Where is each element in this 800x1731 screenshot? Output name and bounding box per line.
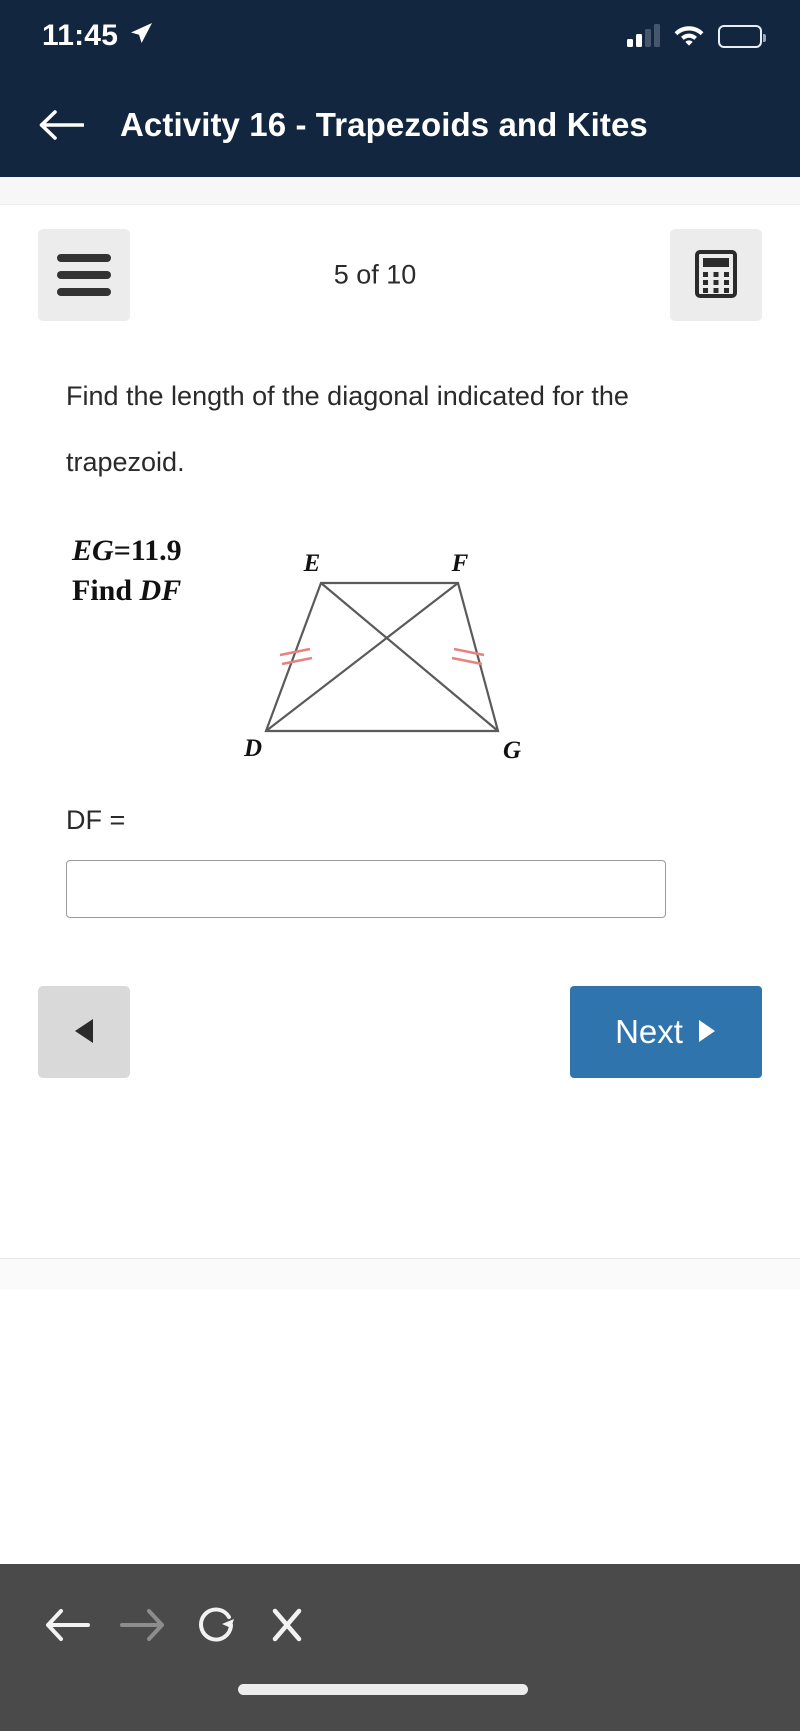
- quiz-toolbar: 5 of 10: [38, 205, 762, 345]
- battery-icon: [718, 24, 766, 48]
- given-line-eg: EG=11.9: [72, 531, 182, 571]
- ios-status-bar: 11:45: [0, 0, 800, 72]
- vertex-label-E: E: [303, 550, 321, 577]
- home-indicator-bar[interactable]: [238, 1684, 528, 1695]
- question-prompt: Find the length of the diagonal indicate…: [66, 381, 629, 478]
- answer-label: DF =: [66, 805, 126, 836]
- tick-marks-left-leg: [279, 648, 313, 666]
- vertex-label-D: D: [243, 735, 262, 762]
- browser-back-arrow-icon[interactable]: [44, 1605, 90, 1650]
- close-x-icon[interactable]: [268, 1605, 306, 1650]
- browser-forward-arrow-icon[interactable]: [120, 1605, 166, 1650]
- trapezoid-DEFG-diagram: E F D G: [243, 550, 521, 764]
- given-eg-label: EG: [72, 534, 114, 568]
- back-arrow-icon[interactable]: [38, 108, 85, 142]
- given-eg-value: 11.9: [130, 534, 182, 568]
- status-bar-right: [627, 22, 766, 51]
- given-find-word: Find: [72, 574, 133, 608]
- answer-input[interactable]: [66, 860, 666, 919]
- app-nav-bar: Activity 16 - Trapezoids and Kites: [0, 72, 800, 177]
- next-button-label: Next: [615, 1013, 683, 1051]
- left-triangle-icon: [73, 1018, 95, 1047]
- progress-indicator: 5 of 10: [333, 259, 417, 290]
- browser-bottom-bar: [0, 1564, 800, 1731]
- phone-screen: 11:45 Activity 16 - Trapezoids and Kites…: [0, 0, 800, 1731]
- vertex-label-F: F: [451, 550, 469, 577]
- navigation-row: Next: [38, 986, 762, 1079]
- figure-container: EG=11.9 Find DF E F D G: [0, 513, 800, 793]
- header-sub-strip: [0, 177, 800, 205]
- right-triangle-icon: [697, 1013, 717, 1051]
- vertex-label-G: G: [503, 737, 521, 764]
- browser-controls: [44, 1604, 306, 1651]
- wifi-icon: [673, 22, 705, 51]
- location-arrow-icon: [128, 21, 154, 52]
- app-header: 11:45 Activity 16 - Trapezoids and Kites: [0, 0, 800, 177]
- given-values: EG=11.9 Find DF: [72, 531, 182, 611]
- previous-question-button[interactable]: [38, 986, 130, 1079]
- cellular-signal-icon: [627, 24, 660, 47]
- quiz-card: 5 of 10 Find the length of the diagonal …: [0, 205, 800, 1079]
- next-question-button[interactable]: Next: [570, 986, 762, 1079]
- reload-icon[interactable]: [196, 1604, 238, 1651]
- status-bar-clock: 11:45: [42, 19, 119, 52]
- card-bottom-strip: [0, 1259, 800, 1289]
- given-find-target: DF: [139, 574, 182, 608]
- status-bar-left: 11:45: [42, 19, 154, 53]
- given-eg-equals: =: [113, 534, 131, 568]
- given-line-find: Find DF: [72, 571, 182, 611]
- page-title: Activity 16 - Trapezoids and Kites: [120, 105, 648, 143]
